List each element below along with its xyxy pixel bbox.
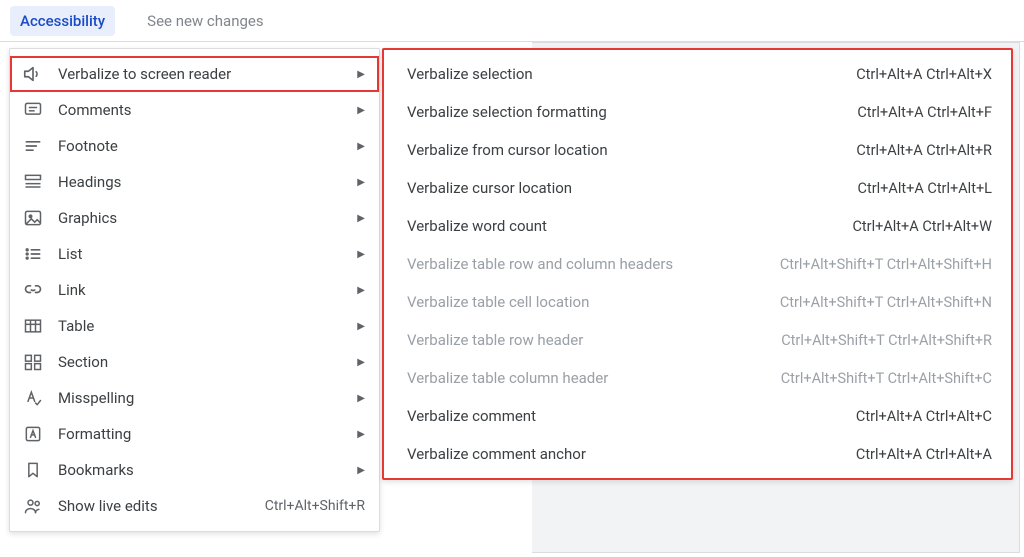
submenu-item-label: Verbalize word count [407, 217, 852, 235]
top-toolbar: Accessibility See new changes [0, 0, 1024, 42]
submenu-item-verbalize-comment[interactable]: Verbalize comment Ctrl+Alt+A Ctrl+Alt+C [383, 397, 1012, 435]
menu-item-footnote[interactable]: Footnote ▶ [10, 128, 379, 164]
chevron-right-icon: ▶ [357, 177, 365, 188]
menu-item-label: Graphics [58, 209, 357, 227]
menu-item-table[interactable]: Table ▶ [10, 308, 379, 344]
menu-item-verbalize-to-screen-reader[interactable]: Verbalize to screen reader ▶ [10, 56, 379, 92]
submenu-item-label: Verbalize selection [407, 65, 856, 83]
submenu-item-shortcut: Ctrl+Alt+A Ctrl+Alt+X [856, 66, 992, 83]
menu-item-label: Footnote [58, 137, 357, 155]
submenu-item-label: Verbalize table row header [407, 331, 781, 349]
accessibility-primary-menu: Verbalize to screen reader ▶ Comments ▶ … [9, 48, 380, 532]
submenu-item-shortcut: Ctrl+Alt+A Ctrl+Alt+L [858, 180, 992, 197]
menu-item-label: Section [58, 353, 357, 371]
table-icon [22, 315, 44, 337]
bookmark-icon [22, 459, 44, 481]
submenu-item-verbalize-table-cell-location: Verbalize table cell location Ctrl+Alt+S… [383, 283, 1012, 321]
people-icon [22, 495, 44, 517]
submenu-item-verbalize-table-headers: Verbalize table row and column headers C… [383, 245, 1012, 283]
list-icon [22, 243, 44, 265]
chevron-right-icon: ▶ [357, 465, 365, 476]
menu-item-bookmarks[interactable]: Bookmarks ▶ [10, 452, 379, 488]
section-icon [22, 351, 44, 373]
submenu-item-verbalize-comment-anchor[interactable]: Verbalize comment anchor Ctrl+Alt+A Ctrl… [383, 435, 1012, 473]
chevron-right-icon: ▶ [357, 393, 365, 404]
submenu-item-shortcut: Ctrl+Alt+A Ctrl+Alt+C [856, 408, 992, 425]
submenu-item-verbalize-selection-formatting[interactable]: Verbalize selection formatting Ctrl+Alt+… [383, 93, 1012, 131]
submenu-item-label: Verbalize table cell location [407, 293, 780, 311]
menu-item-section[interactable]: Section ▶ [10, 344, 379, 380]
submenu-item-verbalize-cursor-location[interactable]: Verbalize cursor location Ctrl+Alt+A Ctr… [383, 169, 1012, 207]
link-icon [22, 279, 44, 301]
spellcheck-icon [22, 387, 44, 409]
chevron-right-icon: ▶ [357, 429, 365, 440]
menu-item-label: Bookmarks [58, 461, 357, 479]
submenu-item-label: Verbalize comment [407, 407, 856, 425]
submenu-item-label: Verbalize from cursor location [407, 141, 856, 159]
comment-icon [22, 99, 44, 121]
submenu-item-verbalize-from-cursor[interactable]: Verbalize from cursor location Ctrl+Alt+… [383, 131, 1012, 169]
chevron-right-icon: ▶ [357, 213, 365, 224]
footnote-icon [22, 135, 44, 157]
submenu-item-verbalize-table-column-header: Verbalize table column header Ctrl+Alt+S… [383, 359, 1012, 397]
chevron-right-icon: ▶ [357, 249, 365, 260]
chevron-right-icon: ▶ [357, 285, 365, 296]
formatting-icon [22, 423, 44, 445]
menu-item-formatting[interactable]: Formatting ▶ [10, 416, 379, 452]
menu-item-shortcut: Ctrl+Alt+Shift+R [265, 498, 365, 514]
menu-item-label: Formatting [58, 425, 357, 443]
accessibility-menu-button[interactable]: Accessibility [10, 6, 115, 36]
chevron-right-icon: ▶ [357, 321, 365, 332]
submenu-item-shortcut: Ctrl+Alt+A Ctrl+Alt+A [856, 446, 992, 463]
image-icon [22, 207, 44, 229]
menu-item-misspelling[interactable]: Misspelling ▶ [10, 380, 379, 416]
menu-item-label: List [58, 245, 357, 263]
menu-item-label: Table [58, 317, 357, 335]
menu-item-label: Verbalize to screen reader [58, 65, 357, 83]
submenu-item-shortcut: Ctrl+Alt+Shift+T Ctrl+Alt+Shift+H [780, 256, 992, 273]
submenu-item-shortcut: Ctrl+Alt+Shift+T Ctrl+Alt+Shift+N [780, 294, 992, 311]
menu-item-label: Comments [58, 101, 357, 119]
chevron-right-icon: ▶ [357, 105, 365, 116]
submenu-item-label: Verbalize selection formatting [407, 103, 857, 121]
submenu-item-shortcut: Ctrl+Alt+A Ctrl+Alt+W [852, 218, 992, 235]
submenu-item-label: Verbalize cursor location [407, 179, 858, 197]
menu-item-list[interactable]: List ▶ [10, 236, 379, 272]
speaker-icon [22, 63, 44, 85]
submenu-item-verbalize-word-count[interactable]: Verbalize word count Ctrl+Alt+A Ctrl+Alt… [383, 207, 1012, 245]
menu-item-link[interactable]: Link ▶ [10, 272, 379, 308]
submenu-item-shortcut: Ctrl+Alt+A Ctrl+Alt+R [856, 142, 992, 159]
menu-item-label: Headings [58, 173, 357, 191]
menu-item-label: Misspelling [58, 389, 357, 407]
submenu-item-shortcut: Ctrl+Alt+A Ctrl+Alt+F [857, 104, 992, 121]
headings-icon [22, 171, 44, 193]
see-new-changes-button[interactable]: See new changes [137, 6, 273, 36]
submenu-item-verbalize-table-row-header: Verbalize table row header Ctrl+Alt+Shif… [383, 321, 1012, 359]
menu-item-graphics[interactable]: Graphics ▶ [10, 200, 379, 236]
menu-item-comments[interactable]: Comments ▶ [10, 92, 379, 128]
submenu-item-shortcut: Ctrl+Alt+Shift+T Ctrl+Alt+Shift+R [781, 332, 992, 349]
chevron-right-icon: ▶ [357, 141, 365, 152]
menu-item-headings[interactable]: Headings ▶ [10, 164, 379, 200]
submenu-item-label: Verbalize table row and column headers [407, 255, 780, 273]
menu-item-label: Show live edits [58, 497, 265, 515]
submenu-item-shortcut: Ctrl+Alt+Shift+T Ctrl+Alt+Shift+C [781, 370, 992, 387]
verbalize-submenu: Verbalize selection Ctrl+Alt+A Ctrl+Alt+… [382, 48, 1013, 480]
submenu-item-label: Verbalize table column header [407, 369, 781, 387]
submenu-item-verbalize-selection[interactable]: Verbalize selection Ctrl+Alt+A Ctrl+Alt+… [383, 55, 1012, 93]
chevron-right-icon: ▶ [357, 357, 365, 368]
chevron-right-icon: ▶ [357, 69, 365, 80]
menu-item-label: Link [58, 281, 357, 299]
submenu-item-label: Verbalize comment anchor [407, 445, 856, 463]
menu-item-show-live-edits[interactable]: Show live edits Ctrl+Alt+Shift+R [10, 488, 379, 524]
